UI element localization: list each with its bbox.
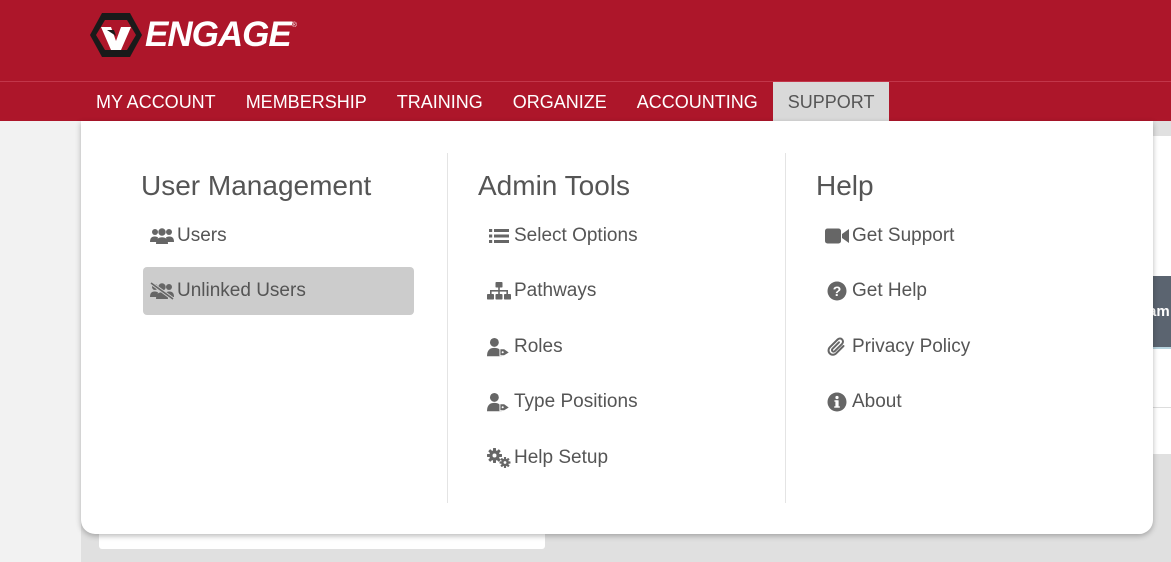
menu-item-select-options[interactable]: Select Options — [487, 212, 757, 260]
paperclip-icon — [825, 337, 849, 357]
nav-item-organize[interactable]: ORGANIZE — [498, 82, 622, 121]
menu-item-label: Get Support — [852, 225, 955, 246]
column-divider — [785, 153, 786, 503]
app-header: ENGAGE ® — [0, 0, 1171, 81]
engage-logo-icon — [90, 13, 142, 57]
menu-item-label: About — [852, 391, 902, 412]
engage-logo-text: ENGAGE — [145, 15, 292, 54]
menu-item-label: Help Setup — [514, 447, 609, 468]
menu-item-get-support[interactable]: Get Support — [825, 212, 1095, 260]
user-tag-icon — [487, 392, 511, 412]
menu-item-help-setup[interactable]: Help Setup — [487, 434, 757, 482]
column-title: Help — [816, 170, 874, 201]
trademark-symbol: ® — [291, 22, 297, 29]
svg-text:?: ? — [833, 283, 842, 299]
video-icon — [825, 226, 849, 246]
cogs-icon — [487, 448, 511, 468]
menu-item-roles[interactable]: Roles — [487, 323, 757, 371]
nav-item-accounting[interactable]: ACCOUNTING — [622, 82, 773, 121]
info-circle-icon — [825, 392, 849, 412]
menu-item-label: Type Positions — [514, 391, 638, 412]
menu-item-get-help[interactable]: ? Get Help — [825, 267, 1095, 315]
menu-item-about[interactable]: About — [825, 378, 1095, 426]
background-divider — [1152, 407, 1171, 408]
nav-item-training[interactable]: TRAINING — [382, 82, 498, 121]
menu-item-label: Users — [177, 225, 227, 246]
menu-item-label: Unlinked Users — [177, 280, 306, 301]
background-button-fragment[interactable]: am — [1152, 276, 1171, 347]
menu-item-label: Pathways — [514, 280, 597, 301]
menu-item-label: Roles — [514, 336, 563, 357]
user-tag-icon — [487, 337, 511, 357]
page-background-left — [0, 121, 81, 562]
menu-item-label: Get Help — [852, 280, 927, 301]
menu-item-users[interactable]: Users — [143, 212, 414, 260]
nav-item-my-account[interactable]: MY ACCOUNT — [81, 82, 231, 121]
question-circle-icon: ? — [825, 281, 849, 301]
column-title: Admin Tools — [478, 170, 631, 201]
menu-item-label: Select Options — [514, 225, 638, 246]
menu-item-privacy-policy[interactable]: Privacy Policy — [825, 323, 1095, 371]
nav-item-support[interactable]: SUPPORT — [772, 82, 890, 121]
main-nav: MY ACCOUNT MEMBERSHIP TRAINING ORGANIZE … — [0, 81, 1171, 121]
engage-logo[interactable]: ENGAGE ® — [89, 12, 297, 58]
menu-item-pathways[interactable]: Pathways — [487, 267, 757, 315]
column-divider — [447, 153, 448, 503]
sitemap-icon — [487, 281, 511, 301]
column-title: User Management — [141, 170, 372, 201]
users-slash-icon — [150, 281, 174, 301]
menu-item-type-positions[interactable]: Type Positions — [487, 378, 757, 426]
support-dropdown-menu: User Management Users Unlinked Users Adm… — [81, 121, 1153, 534]
background-underline — [1152, 347, 1171, 349]
users-icon — [150, 226, 174, 246]
menu-item-label: Privacy Policy — [852, 336, 971, 357]
menu-item-unlinked-users[interactable]: Unlinked Users — [143, 267, 414, 315]
list-icon — [487, 226, 511, 246]
nav-item-membership[interactable]: MEMBERSHIP — [231, 82, 382, 121]
main-nav-list: MY ACCOUNT MEMBERSHIP TRAINING ORGANIZE … — [81, 82, 890, 121]
